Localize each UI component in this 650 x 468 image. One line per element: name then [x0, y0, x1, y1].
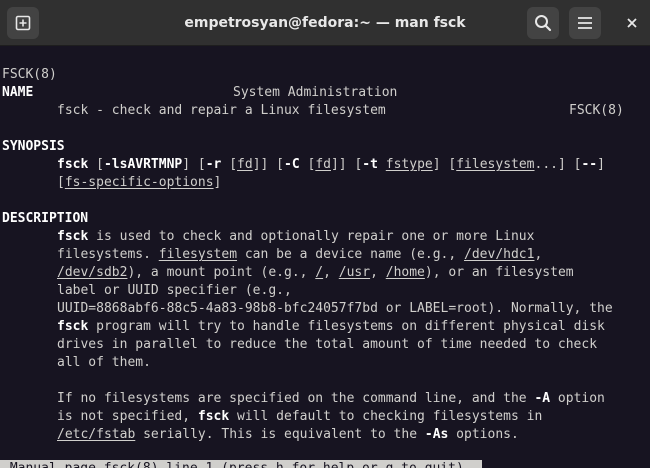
synopsis-opt: -lsAVRTMNP [103, 157, 183, 172]
description-line: If no filesystems are specified on the c… [57, 391, 605, 406]
close-button[interactable] [617, 7, 647, 39]
search-button[interactable] [527, 7, 559, 39]
hamburger-menu-icon [578, 17, 592, 29]
description-line: label or UUID specifier (e.g., [57, 283, 292, 298]
description-line: drives in parallel to reduce the total a… [57, 337, 598, 352]
description-line: all of them. [57, 355, 151, 370]
section-heading-description: DESCRIPTION [2, 211, 89, 226]
description-line: /etc/fstab serially. This is equivalent … [57, 427, 519, 442]
description-line: UUID=8868abf6-88c5-4a83-98b8-bfc24057f7b… [57, 301, 613, 316]
terminal-output[interactable]: FSCK(8) System Administration FSCK(8) NA… [0, 46, 650, 468]
title-bar: empetrosyan@fedora:~ — man fsck [0, 0, 650, 46]
synopsis-cmd: fsck [57, 157, 89, 172]
description-line: fsck program will try to handle filesyst… [57, 319, 605, 334]
description-line: filesystems. filesystem can be a device … [57, 247, 543, 262]
description-line: /dev/sdb2), a mount point (e.g., /, /usr… [57, 265, 574, 280]
search-icon [535, 15, 552, 32]
section-heading-synopsis: SYNOPSIS [2, 139, 65, 154]
synopsis-line-2: [fs-specific-options] [57, 175, 222, 190]
menu-button[interactable] [569, 7, 601, 39]
man-header-left: FSCK(8) [2, 67, 57, 82]
description-line: is not specified, fsck will default to c… [57, 409, 543, 424]
name-text: fsck - check and repair a Linux filesyst… [57, 103, 386, 118]
synopsis-line-1: fsck [-lsAVRTMNP] [-r [fd]] [-C [fd]] [-… [57, 157, 605, 172]
section-heading-name: NAME [2, 85, 34, 100]
pager-status-line: Manual page fsck(8) line 1 (press h for … [0, 460, 482, 468]
new-tab-button[interactable] [7, 7, 39, 39]
plus-in-square-icon [15, 15, 31, 31]
description-line: fsck is used to check and optionally rep… [57, 229, 535, 244]
close-icon [627, 18, 637, 28]
man-header-right: FSCK(8) [569, 103, 624, 118]
man-header: FSCK(8) System Administration FSCK(8) [2, 48, 632, 118]
man-header-center: System Administration [233, 85, 398, 100]
terminal-window: empetrosyan@fedora:~ — man fsck FSCK(8) … [0, 0, 650, 468]
